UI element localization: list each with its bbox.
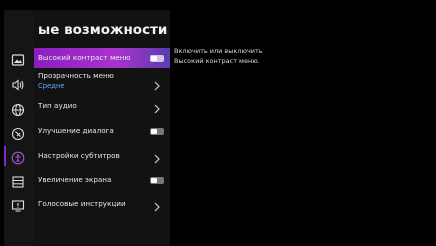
menu-item-label: Тип аудио (38, 101, 77, 110)
menu-item-label: Высокий контраст меню (38, 53, 131, 62)
menu-item-voice-guide[interactable]: Голосовые инструкции (34, 194, 170, 214)
tooltip-line: Высокий контраст меню. (174, 57, 260, 65)
support-icon[interactable] (8, 126, 28, 142)
page-title: ые возможности (38, 22, 168, 38)
menu-item-menu-transparency[interactable]: Прозрачность меню Средне (34, 69, 170, 95)
menu-item-high-contrast[interactable]: Высокий контраст меню (34, 48, 170, 68)
menu-item-audio-type[interactable]: Тип аудио (34, 96, 170, 116)
help-icon[interactable] (8, 198, 28, 214)
screen-magnification-toggle[interactable] (150, 177, 164, 184)
chevron-right-icon (152, 198, 162, 212)
item-description-tooltip: Включить или выключить Высокий контраст … (174, 46, 270, 66)
menu-item-screen-magnification[interactable]: Увеличение экрана (34, 170, 170, 190)
menu-list-icon[interactable] (8, 174, 28, 190)
picture-icon[interactable] (8, 52, 28, 68)
menu-item-label: Увеличение экрана (38, 175, 112, 184)
chevron-right-icon (152, 100, 162, 114)
menu-item-label: Голосовые инструкции (38, 199, 126, 208)
globe-icon[interactable] (8, 102, 28, 118)
menu-item-dialogue-enhancement[interactable]: Улучшение диалога (34, 121, 170, 141)
menu-item-subtitle-settings[interactable]: Настройки субтитров (34, 146, 170, 166)
dialogue-enhancement-toggle[interactable] (150, 128, 164, 135)
high-contrast-toggle[interactable] (150, 55, 164, 62)
chevron-right-icon (152, 77, 162, 91)
menu-item-label: Настройки субтитров (38, 151, 120, 160)
sound-icon[interactable] (8, 77, 28, 93)
accessibility-icon[interactable] (5, 150, 31, 166)
menu-item-label: Прозрачность меню (38, 71, 114, 80)
menu-item-label: Улучшение диалога (38, 126, 114, 135)
chevron-right-icon (152, 150, 162, 164)
tooltip-line: Включить или выключить (174, 47, 263, 55)
menu-item-value: Средне (38, 82, 65, 90)
